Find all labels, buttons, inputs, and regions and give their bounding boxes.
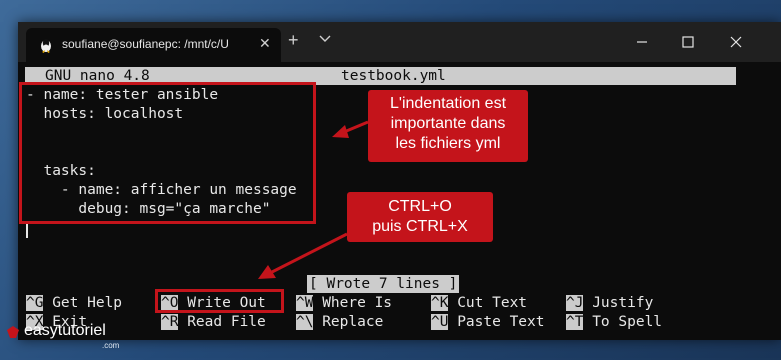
logo-text: easytutoriel: [24, 322, 106, 339]
logo-icon: [7, 326, 19, 338]
logo-domain: .com: [102, 341, 120, 350]
arrow-icon: [332, 120, 369, 138]
arrow-icon: [258, 232, 348, 279]
arrows-overlay: [258, 120, 369, 279]
